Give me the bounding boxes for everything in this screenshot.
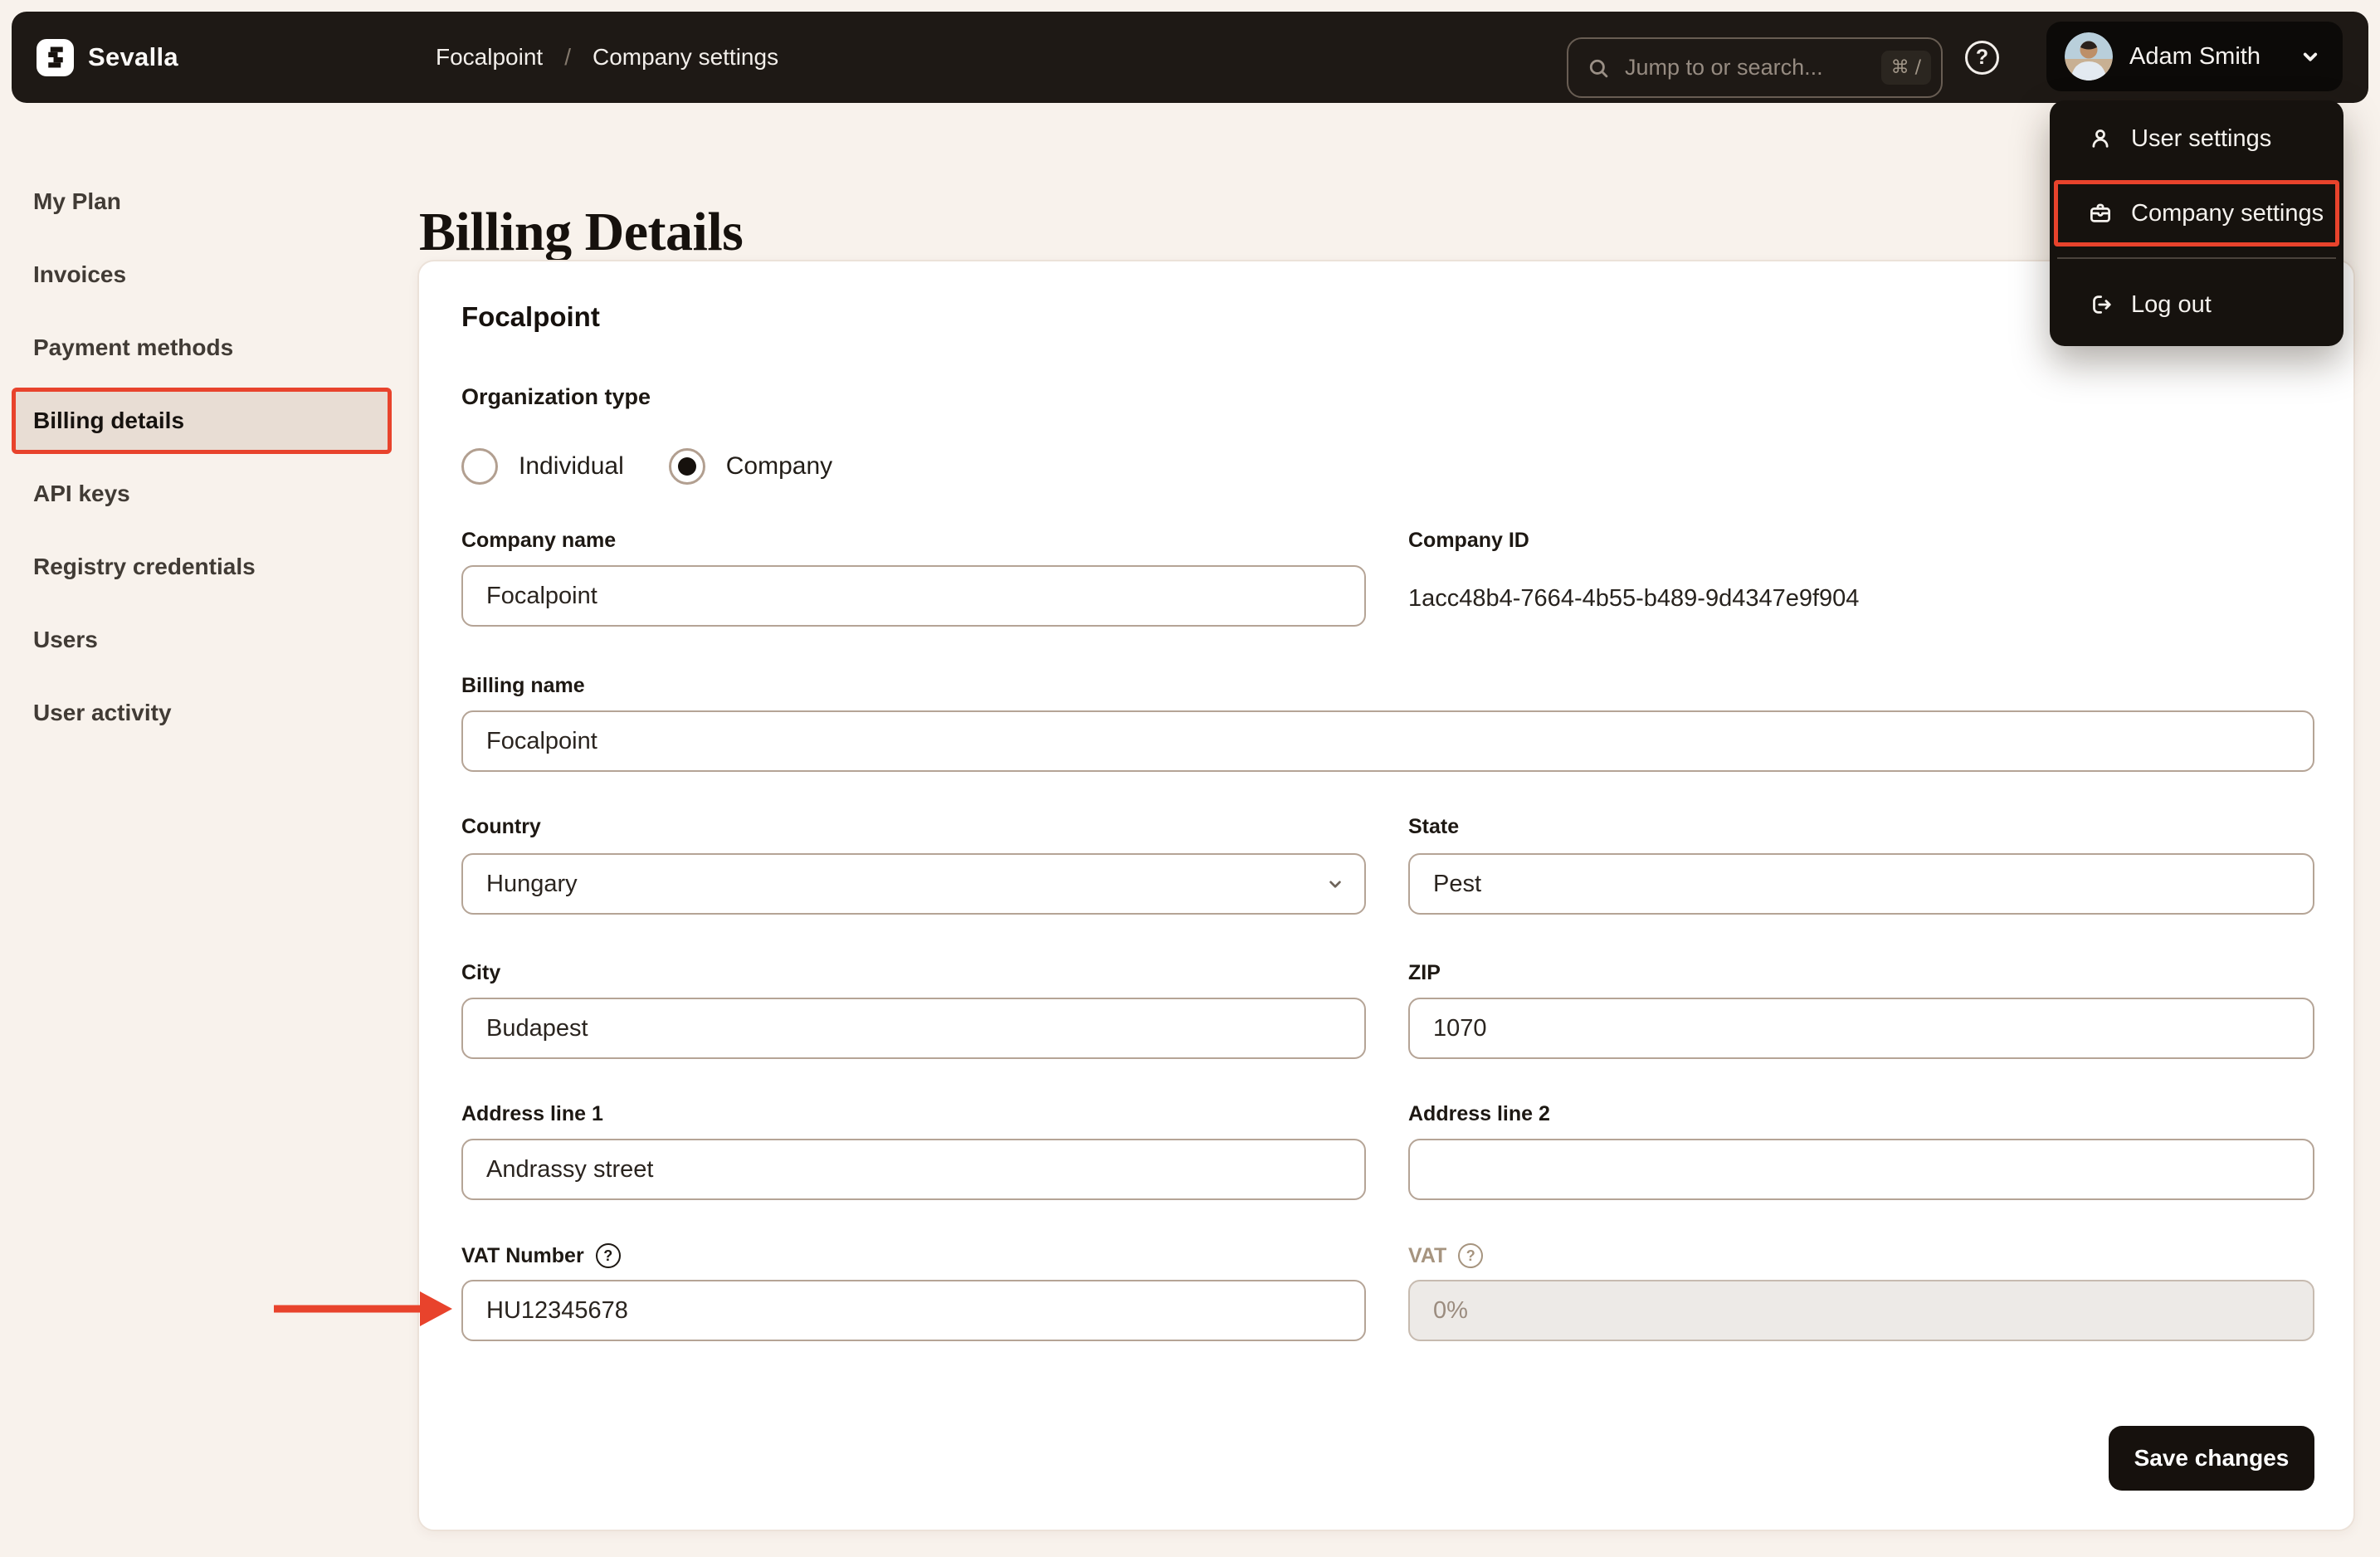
billing-name-input[interactable] [461, 710, 2314, 772]
breadcrumb-parent[interactable]: Focalpoint [436, 44, 543, 71]
sidebar-item-registry-credentials[interactable]: Registry credentials [0, 530, 417, 603]
user-name: Adam Smith [2129, 42, 2261, 70]
vat-number-label: VAT Number ? [461, 1243, 1366, 1268]
chevron-down-icon [2303, 52, 2318, 61]
city-label: City [461, 961, 501, 984]
user-menu-trigger[interactable]: Adam Smith [2046, 22, 2343, 91]
sevalla-logo-icon [37, 38, 74, 76]
sidebar-item-billing-details[interactable]: Billing details [0, 384, 417, 457]
search-input[interactable] [1623, 54, 1868, 81]
company-id-value: 1acc48b4-7664-4b55-b489-9d4347e9f904 [1408, 585, 1860, 612]
address-line-1-label: Address line 1 [461, 1102, 603, 1125]
menu-item-log-out[interactable]: Log out [2050, 280, 2343, 329]
billing-name-label: Billing name [461, 674, 585, 697]
address-line-1-input[interactable] [461, 1139, 1366, 1200]
zip-label: ZIP [1408, 961, 1441, 984]
radio-label: Company [725, 452, 833, 480]
annotation-arrow [274, 1291, 452, 1326]
radio-company[interactable] [668, 448, 705, 485]
user-icon [2088, 126, 2113, 151]
radio-option-company[interactable]: Company [668, 448, 833, 485]
settings-sidebar: My Plan Invoices Payment methods Billing… [0, 165, 417, 749]
sidebar-item-api-keys[interactable]: API keys [0, 457, 417, 530]
select-chevron-icon [1329, 881, 1341, 888]
breadcrumb: Focalpoint / Company settings [436, 12, 778, 103]
zip-input[interactable] [1408, 998, 2314, 1059]
breadcrumb-separator: / [564, 44, 571, 70]
brand[interactable]: Sevalla [37, 12, 178, 103]
sidebar-item-my-plan[interactable]: My Plan [0, 165, 417, 238]
company-id-label: Company ID [1408, 529, 1529, 552]
country-value: Hungary [486, 870, 578, 897]
avatar [2065, 32, 2113, 81]
menu-item-user-settings[interactable]: User settings [2050, 114, 2343, 164]
country-select[interactable]: Hungary [461, 853, 1366, 915]
card-heading: Focalpoint [461, 301, 600, 332]
vat-label: VAT ? [1408, 1243, 2314, 1268]
sidebar-item-invoices[interactable]: Invoices [0, 238, 417, 311]
radio-option-individual[interactable]: Individual [461, 448, 624, 485]
pixel-s-glyph [47, 46, 63, 68]
country-label: Country [461, 815, 541, 838]
brand-name: Sevalla [88, 42, 178, 71]
user-dropdown-menu: User settings Company settings Log out [2050, 100, 2343, 346]
menu-item-label: User settings [2131, 124, 2272, 152]
radio-label: Individual [519, 452, 624, 480]
briefcase-icon [2088, 201, 2113, 226]
sidebar-item-user-activity[interactable]: User activity [0, 676, 417, 749]
sidebar-item-payment-methods[interactable]: Payment methods [0, 311, 417, 384]
menu-divider [2057, 257, 2336, 259]
vat-number-input[interactable] [461, 1280, 1366, 1341]
search-icon [1589, 59, 1608, 77]
company-name-input[interactable] [461, 565, 1366, 627]
vat-help-icon[interactable]: ? [1458, 1243, 1484, 1268]
top-header-bar: Sevalla Focalpoint / Company settings ⌘ … [12, 12, 2368, 103]
address-line-2-label: Address line 2 [1408, 1102, 1550, 1125]
help-icon[interactable]: ? [1965, 41, 1999, 75]
vat-input [1408, 1280, 2314, 1341]
breadcrumb-current[interactable]: Company settings [593, 44, 778, 71]
sidebar-item-users[interactable]: Users [0, 603, 417, 676]
menu-item-label: Company settings [2131, 199, 2324, 227]
organization-type-label: Organization type [461, 384, 651, 409]
vat-number-help-icon[interactable]: ? [595, 1243, 621, 1268]
billing-details-card: Focalpoint Organization type Individual … [417, 260, 2355, 1531]
city-input[interactable] [461, 998, 1366, 1059]
address-line-2-input[interactable] [1408, 1139, 2314, 1200]
company-name-label: Company name [461, 529, 617, 552]
menu-item-label: Log out [2131, 290, 2212, 318]
menu-item-company-settings[interactable]: Company settings [2054, 180, 2339, 246]
radio-individual[interactable] [461, 448, 498, 485]
global-search[interactable]: ⌘ / [1567, 37, 1943, 98]
state-label: State [1408, 815, 1460, 838]
state-input[interactable] [1408, 853, 2314, 915]
save-changes-button[interactable]: Save changes [2109, 1426, 2314, 1491]
organization-type-group: Individual Company [461, 448, 832, 485]
page-title: Billing Details [419, 202, 744, 263]
logout-icon [2088, 292, 2113, 317]
keyboard-shortcut-badge: ⌘ / [1880, 51, 1931, 85]
